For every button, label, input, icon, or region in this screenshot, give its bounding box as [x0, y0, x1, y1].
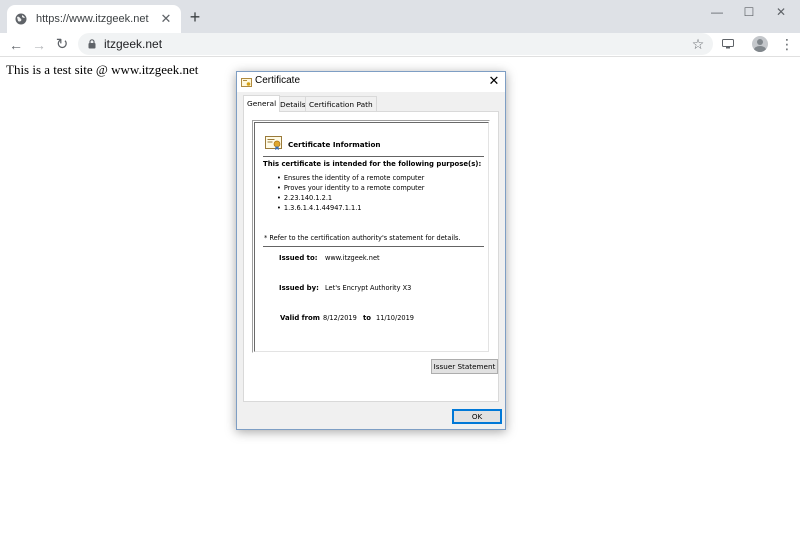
- tab-title: https://www.itzgeek.net: [36, 13, 149, 25]
- issued-by-label: Issued by:: [279, 284, 319, 292]
- globe-icon: [15, 13, 27, 25]
- purpose-item: Ensures the identity of a remote compute…: [277, 173, 425, 183]
- purpose-item: 1.3.6.1.4.1.44947.1.1.1: [277, 203, 425, 213]
- purpose-list: Ensures the identity of a remote compute…: [277, 173, 425, 213]
- new-tab-button[interactable]: +: [186, 8, 204, 26]
- dialog-titlebar[interactable]: Certificate ✕: [237, 72, 505, 92]
- page-body-text: This is a test site @ www.itzgeek.net: [6, 62, 199, 77]
- dialog-close-icon[interactable]: ✕: [487, 74, 501, 90]
- certificate-icon: [241, 78, 252, 87]
- dialog-title: Certificate: [255, 75, 301, 86]
- general-panel: Certificate Information This certificate…: [243, 111, 499, 402]
- valid-from-label: Valid from: [280, 314, 320, 322]
- avatar-icon[interactable]: [752, 36, 768, 52]
- minimize-button[interactable]: —: [702, 4, 732, 20]
- certificate-info-frame: Certificate Information This certificate…: [252, 120, 490, 353]
- valid-to-label: to: [363, 314, 372, 322]
- purpose-intro: This certificate is intended for the fol…: [263, 160, 482, 168]
- back-button[interactable]: ←: [7, 36, 25, 54]
- tab-close-icon[interactable]: ✕: [159, 12, 173, 26]
- certificate-icon: [265, 136, 282, 150]
- ok-button[interactable]: OK: [452, 409, 502, 424]
- window-close-button[interactable]: ✕: [766, 4, 796, 20]
- address-bar[interactable]: itzgeek.net ☆: [78, 33, 713, 55]
- browser-toolbar: ← → ↻ itzgeek.net ☆ ⋮: [0, 33, 800, 57]
- issuer-statement-button[interactable]: Issuer Statement: [431, 359, 498, 374]
- menu-icon[interactable]: ⋮: [780, 36, 794, 52]
- issued-to-value: www.itzgeek.net: [325, 254, 380, 262]
- issued-by-value: Let's Encrypt Authority X3: [325, 284, 412, 292]
- valid-from-value: 8/12/2019: [323, 314, 357, 322]
- cast-icon[interactable]: [722, 39, 734, 49]
- star-icon[interactable]: ☆: [689, 36, 707, 53]
- browser-tab[interactable]: https://www.itzgeek.net ✕: [7, 5, 181, 33]
- refer-note: * Refer to the certification authority's…: [264, 234, 461, 242]
- issued-to-label: Issued to:: [279, 254, 318, 262]
- separator: [263, 156, 484, 157]
- purpose-item: Proves your identity to a remote compute…: [277, 183, 425, 193]
- forward-button[interactable]: →: [30, 36, 48, 54]
- certificate-info-heading: Certificate Information: [288, 140, 381, 149]
- reload-button[interactable]: ↻: [53, 36, 71, 54]
- certificate-dialog: Certificate ✕ General Details Certificat…: [236, 71, 506, 430]
- valid-to-value: 11/10/2019: [376, 314, 415, 322]
- tab-general[interactable]: General: [243, 95, 281, 112]
- maximize-button[interactable]: ☐: [734, 4, 764, 20]
- purpose-item: 2.23.140.1.2.1: [277, 193, 425, 203]
- separator: [263, 246, 484, 247]
- tab-strip: https://www.itzgeek.net ✕ + — ☐ ✕: [0, 0, 800, 33]
- lock-icon[interactable]: [88, 39, 96, 49]
- url-text: itzgeek.net: [104, 37, 163, 51]
- certificate-info-box: Certificate Information This certificate…: [254, 122, 489, 352]
- tab-certification-path[interactable]: Certification Path: [305, 96, 377, 111]
